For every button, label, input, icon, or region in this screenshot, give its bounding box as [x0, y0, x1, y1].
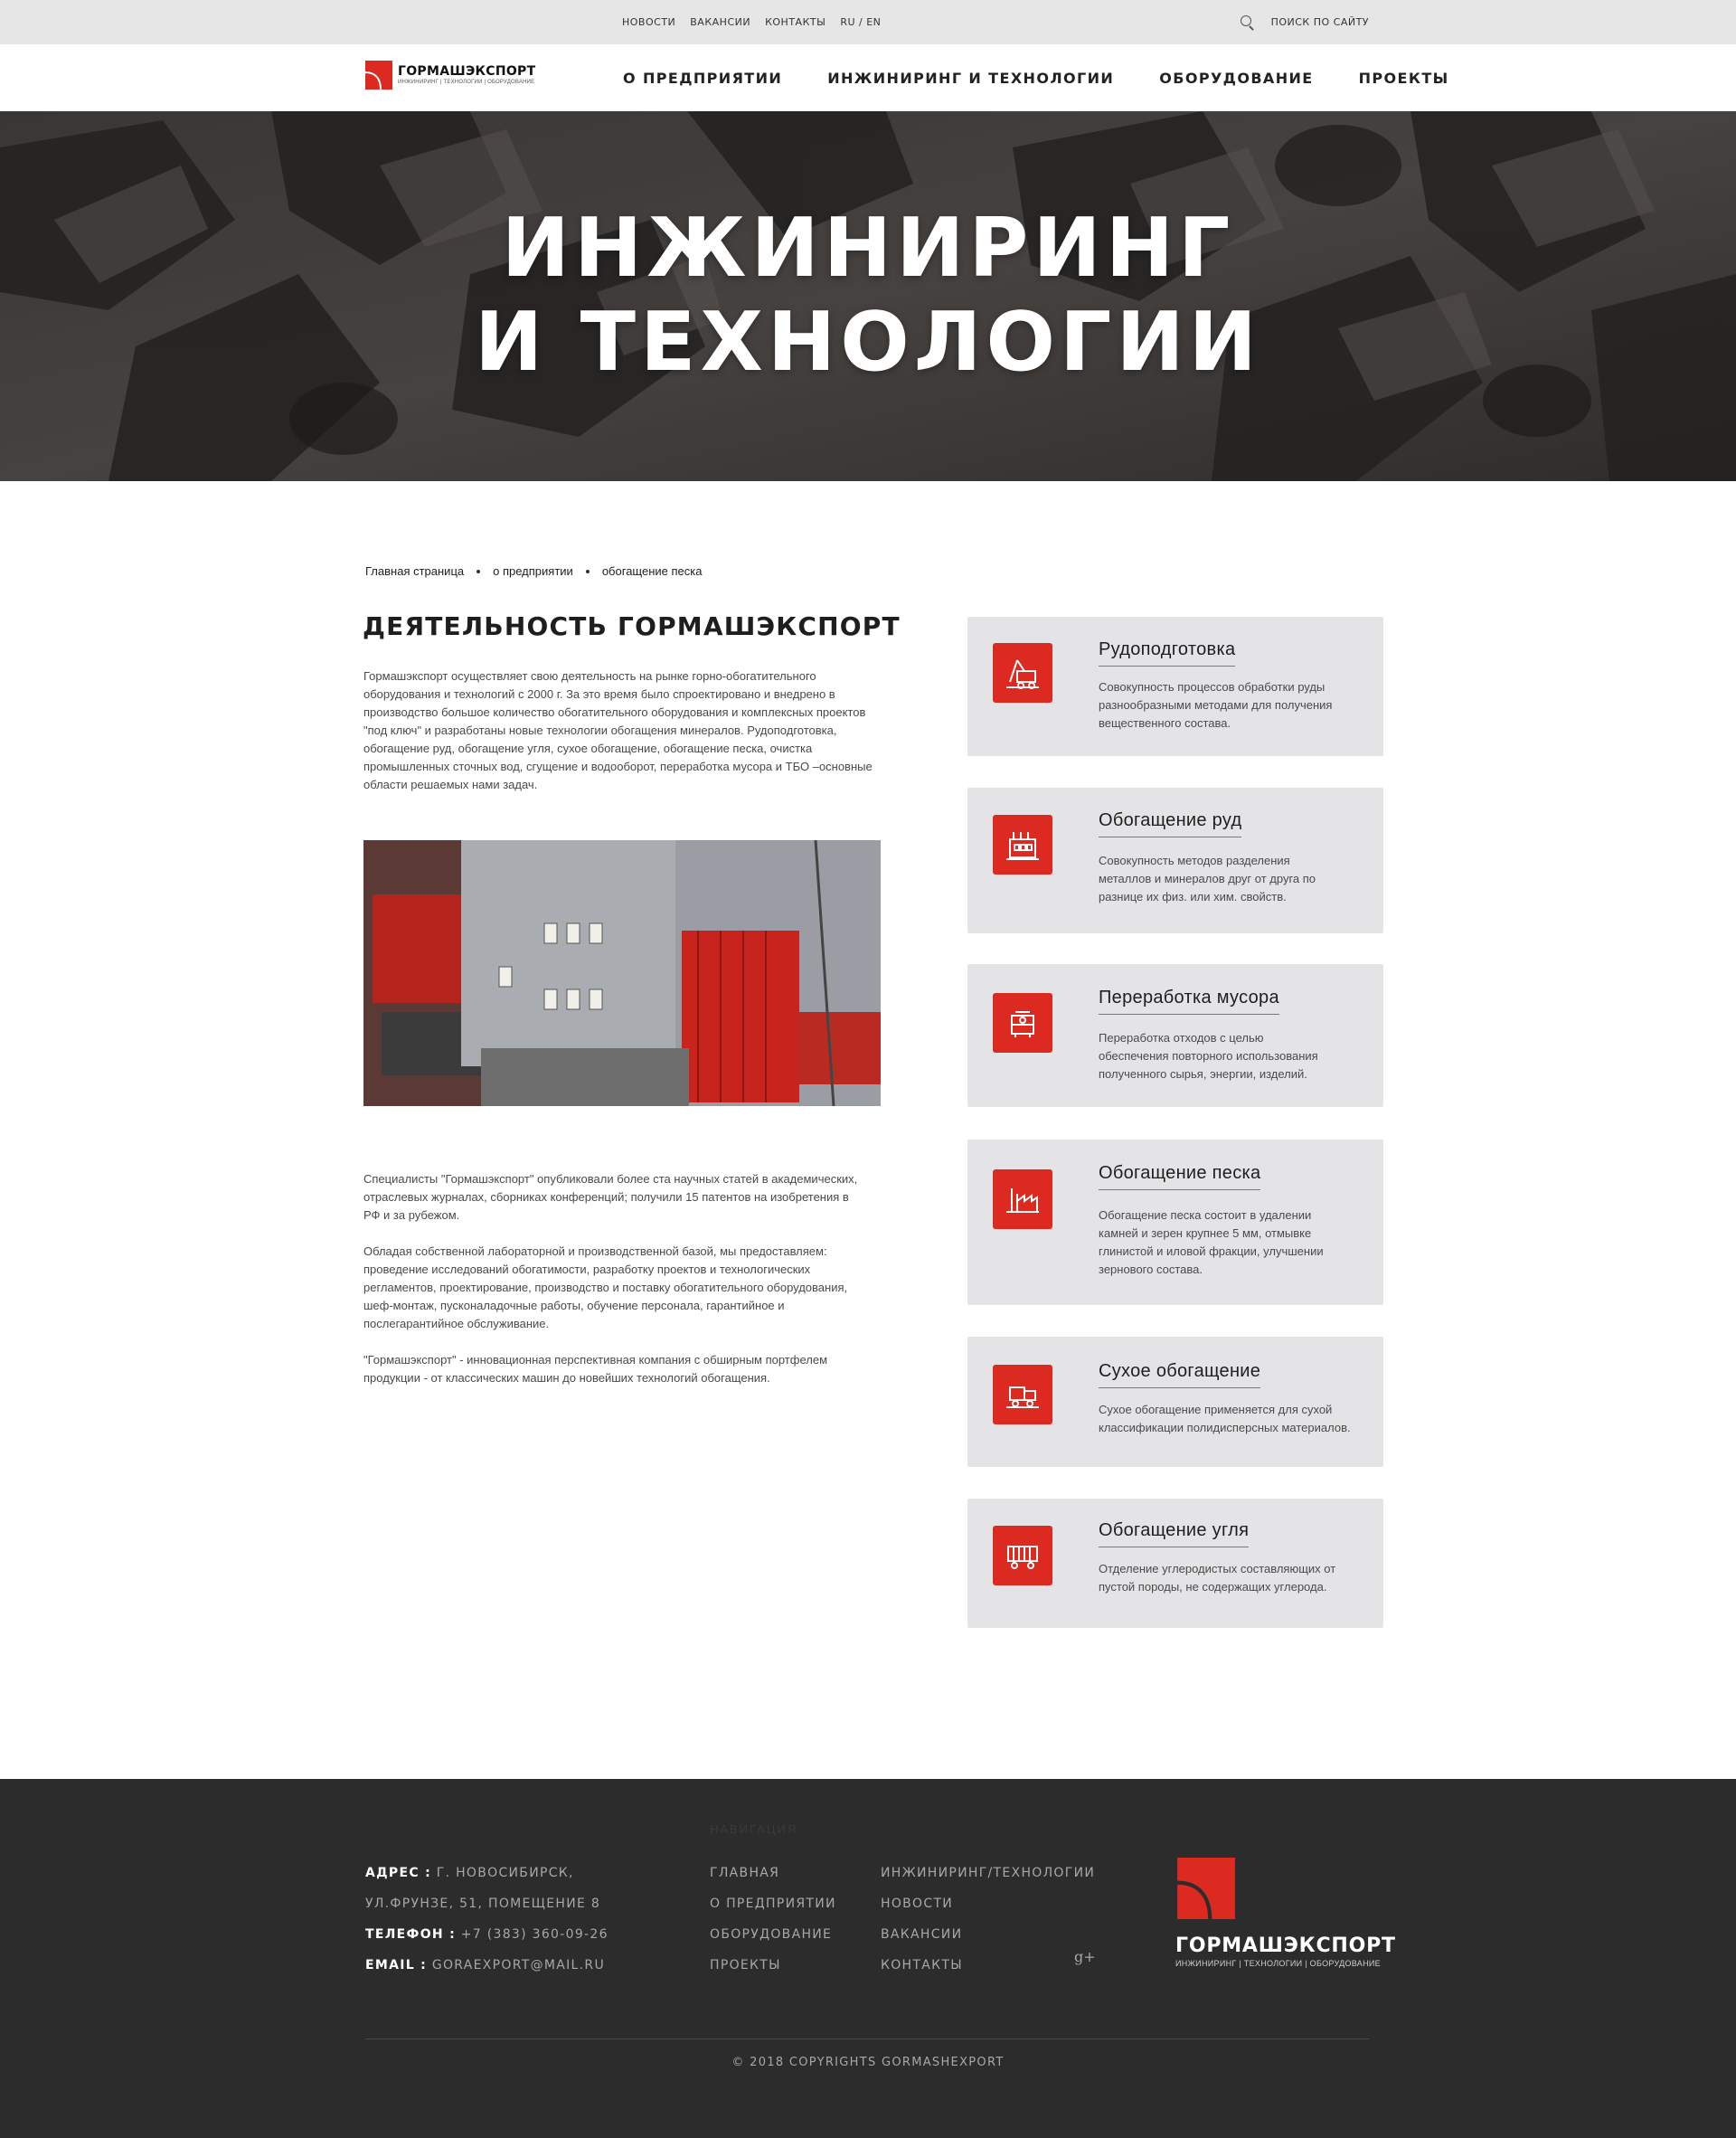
nav-engineering[interactable]: ИНЖИНИРИНГ И ТЕХНОЛОГИИ	[827, 70, 1114, 87]
breadcrumb-current: обогащение песка	[601, 564, 703, 578]
card-description: Отделение углеродистых составляющих от п…	[1099, 1562, 1336, 1594]
footer-nav-heading: НАВИГАЦИЯ	[710, 1822, 798, 1836]
footer-link-engineering[interactable]: ИНЖИНИРИНГ/ТЕХНОЛОГИИ	[881, 1858, 1095, 1888]
services-paragraph: Обладая собственной лабораторной и произ…	[363, 1244, 848, 1330]
footer-contacts: АДРЕС : Г. НОВОСИБИРСК, УЛ.ФРУНЗЕ, 51, П…	[365, 1858, 609, 1981]
card-description: Сухое обогащение применяется для сухой к…	[1099, 1403, 1351, 1434]
service-card-coal-enrichment[interactable]: Обогащение угля Отделение углеродистых с…	[967, 1499, 1383, 1628]
logo[interactable]: ГОРМАШЭКСПОРТ ИНЖИНИРИНГ | ТЕХНОЛОГИИ | …	[365, 61, 535, 90]
footer-logo-tagline: ИНЖИНИРИНГ | ТЕХНОЛОГИИ | ОБОРУДОВАНИЕ	[1175, 1959, 1381, 1968]
intro-paragraph: Гормашэкспорт осуществляет свою деятельн…	[363, 669, 873, 791]
card-title[interactable]: Обогащение руд	[1099, 810, 1242, 837]
footer-phone: ТЕЛЕФОН : +7 (383) 360-09-26	[365, 1927, 609, 1942]
site-search[interactable]: ПОИСК ПО САЙТУ	[1240, 0, 1369, 44]
top-nav-contacts[interactable]: КОНТАКТЫ	[765, 16, 826, 28]
hero-banner: ИНЖИНИРИНГ И ТЕХНОЛОГИИ	[0, 111, 1736, 481]
card-description: Совокупность методов разделения металлов…	[1099, 854, 1316, 903]
top-bar: НОВОСТИ ВАКАНСИИ КОНТАКТЫ RU / EN ПОИСК …	[0, 0, 1736, 44]
top-nav-news[interactable]: НОВОСТИ	[622, 16, 675, 28]
card-title[interactable]: Обогащение песка	[1099, 1163, 1261, 1190]
nav-about[interactable]: О ПРЕДПРИЯТИИ	[623, 70, 782, 87]
footer-link-equipment[interactable]: ОБОРУДОВАНИЕ	[710, 1919, 836, 1950]
card-title[interactable]: Переработка мусора	[1099, 988, 1279, 1015]
footer-logo-mark-icon	[1177, 1858, 1235, 1919]
copyright: © 2018 COPYRIGHTS GORMASHEXPORT	[731, 2056, 1005, 2069]
breadcrumb-separator	[476, 569, 481, 573]
recycling-machine-icon	[993, 993, 1052, 1053]
footer-address-line2: УЛ.ФРУНЗЕ, 51, ПОМЕЩЕНИЕ 8	[365, 1897, 601, 1911]
plant-photo	[363, 840, 881, 1106]
search-icon[interactable]	[1240, 14, 1255, 30]
nav-equipment[interactable]: ОБОРУДОВАНИЕ	[1159, 70, 1313, 87]
service-card-ore-enrichment[interactable]: Обогащение руд Совокупность методов разд…	[967, 788, 1383, 933]
main-header: ГОРМАШЭКСПОРТ ИНЖИНИРИНГ | ТЕХНОЛОГИИ | …	[0, 44, 1736, 111]
card-description: Переработка отходов с целью обеспечения …	[1099, 1031, 1318, 1081]
logo-mark-icon	[365, 61, 392, 90]
footer-link-news[interactable]: НОВОСТИ	[881, 1888, 1095, 1919]
service-card-dry-enrichment[interactable]: Сухое обогащение Сухое обогащение примен…	[967, 1337, 1383, 1467]
dry-separator-icon	[993, 1365, 1052, 1424]
factory-icon	[993, 815, 1052, 875]
card-title[interactable]: Рудоподготовка	[1099, 639, 1236, 667]
top-nav: НОВОСТИ ВАКАНСИИ КОНТАКТЫ RU / EN	[622, 0, 881, 44]
plant-chimney-icon	[993, 1169, 1052, 1229]
language-switch[interactable]: RU / EN	[840, 16, 881, 28]
logo-text: ГОРМАШЭКСПОРТ ИНЖИНИРИНГ | ТЕХНОЛОГИИ | …	[398, 64, 535, 86]
footer-link-home[interactable]: ГЛАВНАЯ	[710, 1858, 836, 1888]
footer-email: EMAIL : GORAEXPORT@MAIL.RU	[365, 1958, 605, 1972]
search-label[interactable]: ПОИСК ПО САЙТУ	[1271, 16, 1369, 28]
google-plus-icon[interactable]: g+	[1074, 1948, 1096, 1965]
coal-wagon-icon	[993, 1526, 1052, 1585]
footer-link-vacancies[interactable]: ВАКАНСИИ	[881, 1919, 1095, 1950]
footer-address: АДРЕС : Г. НОВОСИБИРСК,	[365, 1866, 574, 1880]
company-paragraph: "Гормашэкспорт" - инновационная перспект…	[363, 1353, 828, 1385]
breadcrumb-about[interactable]: о предприятии	[493, 564, 573, 578]
service-card-sand-enrichment[interactable]: Обогащение песка Обогащение песка состои…	[967, 1140, 1383, 1305]
footer-logo-name: ГОРМАШЭКСПОРТ	[1175, 1935, 1396, 1957]
card-description: Обогащение песка состоит в удалении камн…	[1099, 1208, 1324, 1276]
service-card-ore-preparation[interactable]: Рудоподготовка Совокупность процессов об…	[967, 617, 1383, 756]
card-description: Совокупность процессов обработки руды ра…	[1099, 680, 1333, 730]
footer-link-projects[interactable]: ПРОЕКТЫ	[710, 1950, 836, 1981]
excavator-icon	[993, 643, 1052, 703]
breadcrumb-home[interactable]: Главная страница	[365, 564, 464, 578]
card-title[interactable]: Сухое обогащение	[1099, 1361, 1261, 1388]
hero-title: ИНЖИНИРИНГ И ТЕХНОЛОГИИ	[0, 202, 1736, 390]
patents-paragraph: Специалисты "Гормашэкспорт" опубликовали…	[363, 1172, 858, 1222]
page-title: ДЕЯТЕЛЬНОСТЬ ГОРМАШЭКСПОРТ	[363, 611, 901, 641]
footer-links-col-1: ГЛАВНАЯ О ПРЕДПРИЯТИИ ОБОРУДОВАНИЕ ПРОЕК…	[710, 1858, 836, 1981]
hero-title-line-1: ИНЖИНИРИНГ	[501, 201, 1235, 296]
logo-tagline: ИНЖИНИРИНГ | ТЕХНОЛОГИИ | ОБОРУДОВАНИЕ	[398, 80, 535, 85]
footer: НАВИГАЦИЯ АДРЕС : Г. НОВОСИБИРСК, УЛ.ФРУ…	[0, 1779, 1736, 2138]
main-nav: О ПРЕДПРИЯТИИ ИНЖИНИРИНГ И ТЕХНОЛОГИИ ОБ…	[623, 44, 1449, 111]
footer-links-col-2: ИНЖИНИРИНГ/ТЕХНОЛОГИИ НОВОСТИ ВАКАНСИИ К…	[881, 1858, 1095, 1981]
hero-title-line-2: И ТЕХНОЛОГИИ	[475, 295, 1261, 390]
footer-logo[interactable]: ГОРМАШЭКСПОРТ ИНЖИНИРИНГ | ТЕХНОЛОГИИ | …	[1175, 1858, 1396, 1968]
breadcrumb-separator	[585, 569, 590, 573]
card-title[interactable]: Обогащение угля	[1099, 1520, 1250, 1547]
footer-link-contacts[interactable]: КОНТАКТЫ	[881, 1950, 1095, 1981]
footer-link-about[interactable]: О ПРЕДПРИЯТИИ	[710, 1888, 836, 1919]
plant-interior-image	[363, 840, 881, 1106]
top-nav-vacancies[interactable]: ВАКАНСИИ	[690, 16, 750, 28]
service-card-waste-recycling[interactable]: Переработка мусора Переработка отходов с…	[967, 964, 1383, 1107]
logo-name: ГОРМАШЭКСПОРТ	[398, 64, 536, 79]
nav-projects[interactable]: ПРОЕКТЫ	[1359, 70, 1449, 87]
breadcrumb: Главная страница о предприятии обогащени…	[365, 564, 702, 578]
